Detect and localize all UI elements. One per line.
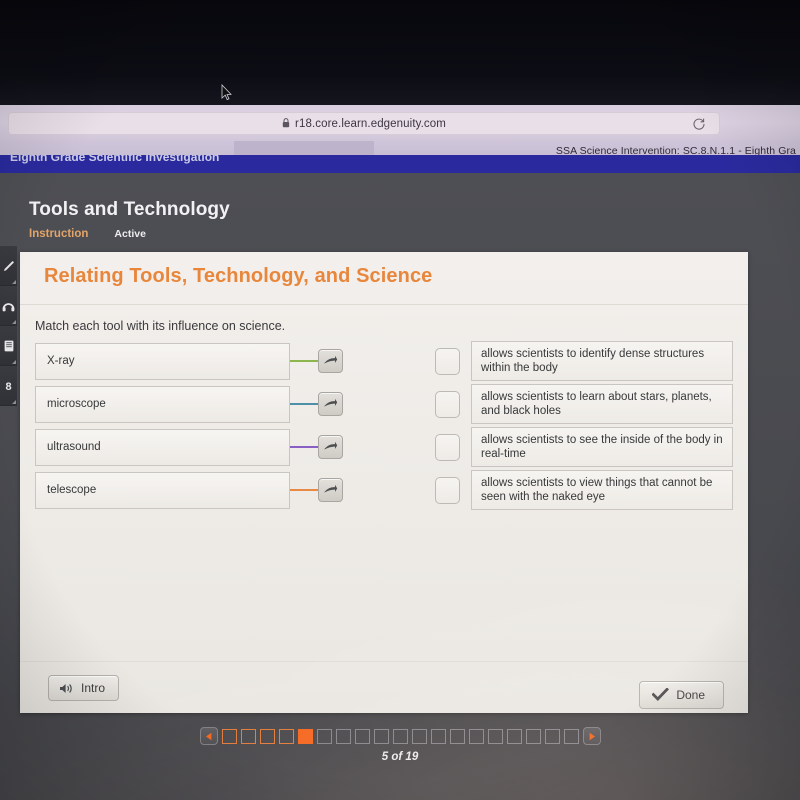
next-page-button[interactable] <box>582 727 601 745</box>
address-bar[interactable]: r18.core.learn.edgenuity.com <box>8 112 720 135</box>
svg-text:8: 8 <box>5 381 11 392</box>
step-15[interactable] <box>487 728 503 744</box>
page-title: Tools and Technology <box>29 199 230 220</box>
tool-item[interactable]: telescope <box>35 471 290 509</box>
step-5[interactable] <box>297 728 313 744</box>
activity-prompt: Match each tool with its influence on sc… <box>35 319 286 333</box>
arrow-right-icon <box>323 355 338 367</box>
notebook-icon <box>4 340 14 352</box>
calculator-icon: 8 <box>3 380 14 392</box>
prev-page-button[interactable] <box>199 727 218 745</box>
speaker-icon <box>59 682 74 695</box>
pencil-icon <box>3 260 15 272</box>
step-2[interactable] <box>240 728 256 744</box>
description-item[interactable]: allows scientists to learn about stars, … <box>471 384 733 424</box>
activity-card-footer: Intro Done <box>20 661 748 713</box>
activity-card-header: Relating Tools, Technology, and Science <box>20 252 748 305</box>
triangle-right-icon <box>588 732 596 741</box>
tool-item[interactable]: ultrasound <box>35 428 290 466</box>
step-17[interactable] <box>525 728 541 744</box>
target-row: allows scientists to learn about stars, … <box>435 383 745 425</box>
description-item[interactable]: allows scientists to identify dense stru… <box>471 341 733 381</box>
progress-bar <box>0 721 800 751</box>
step-list <box>221 728 579 744</box>
url-text: r18.core.learn.edgenuity.com <box>295 117 446 130</box>
connector-line-0 <box>290 360 318 362</box>
connector-line-3 <box>290 489 318 491</box>
description-column: allows scientists to identify dense stru… <box>435 340 745 515</box>
activity-card: Relating Tools, Technology, and Science … <box>20 252 748 713</box>
done-button[interactable]: Done <box>639 681 724 709</box>
tool-item[interactable]: X-ray <box>35 342 290 380</box>
tool-item[interactable]: microscope <box>35 385 290 423</box>
step-9[interactable] <box>373 728 389 744</box>
step-19[interactable] <box>563 728 579 744</box>
arrow-right-icon <box>323 484 338 496</box>
triangle-left-icon <box>205 732 213 741</box>
page-counter: 5 of 19 <box>381 751 419 763</box>
step-4[interactable] <box>278 728 294 744</box>
drop-target-3[interactable] <box>435 476 460 504</box>
drop-target-0[interactable] <box>435 347 460 375</box>
step-18[interactable] <box>544 728 560 744</box>
activity-title: Relating Tools, Technology, and Science <box>44 265 433 287</box>
step-12[interactable] <box>430 728 446 744</box>
arrow-right-icon <box>323 398 338 410</box>
left-tool-rail: 8 <box>0 246 17 476</box>
step-14[interactable] <box>468 728 484 744</box>
step-7[interactable] <box>335 728 351 744</box>
lesson-state-label: Active <box>114 228 146 240</box>
step-13[interactable] <box>449 728 465 744</box>
intro-button[interactable]: Intro <box>48 675 120 701</box>
course-title: Eighth Grade Scientific Investigation <box>10 155 220 164</box>
target-row: allows scientists to view things that ca… <box>435 469 745 511</box>
tool-audio[interactable] <box>0 286 17 326</box>
match-arrow-button-3[interactable] <box>318 478 343 502</box>
step-11[interactable] <box>411 728 427 744</box>
description-item[interactable]: allows scientists to see the inside of t… <box>471 427 733 467</box>
drop-target-1[interactable] <box>435 390 460 418</box>
match-arrow-button-2[interactable] <box>318 435 343 459</box>
lock-icon <box>282 115 290 133</box>
step-6[interactable] <box>316 728 332 744</box>
step-8[interactable] <box>354 728 370 744</box>
checkmark-icon <box>652 688 670 702</box>
step-10[interactable] <box>392 728 408 744</box>
done-button-label: Done <box>676 688 705 702</box>
lesson-section-label: Instruction <box>29 228 89 240</box>
headphones-icon <box>2 300 15 312</box>
lesson-status-row: Instruction Active <box>29 228 146 240</box>
photographed-screen: r18.core.learn.edgenuity.com SSA Science… <box>0 0 800 800</box>
step-16[interactable] <box>506 728 522 744</box>
tool-pencil[interactable] <box>0 246 17 286</box>
connector-line-2 <box>290 446 318 448</box>
tool-notebook[interactable] <box>0 326 17 366</box>
screen-bezel-top <box>0 0 800 107</box>
connector-line-1 <box>290 403 318 405</box>
reload-icon[interactable] <box>692 117 706 131</box>
tool-calculator[interactable]: 8 <box>0 366 17 406</box>
arrow-right-icon <box>323 441 338 453</box>
target-row: allows scientists to see the inside of t… <box>435 426 745 468</box>
drop-target-2[interactable] <box>435 433 460 461</box>
step-1[interactable] <box>221 728 237 744</box>
browser-toolbar: r18.core.learn.edgenuity.com <box>0 105 800 143</box>
match-arrow-button-1[interactable] <box>318 392 343 416</box>
description-item[interactable]: allows scientists to view things that ca… <box>471 470 733 510</box>
step-3[interactable] <box>259 728 275 744</box>
match-arrow-button-0[interactable] <box>318 349 343 373</box>
mouse-pointer-icon <box>221 84 232 106</box>
intro-button-label: Intro <box>81 681 106 695</box>
lms-page: 8 Tools and Technology Instruction Activ… <box>0 173 800 800</box>
target-row: allows scientists to identify dense stru… <box>435 340 745 382</box>
